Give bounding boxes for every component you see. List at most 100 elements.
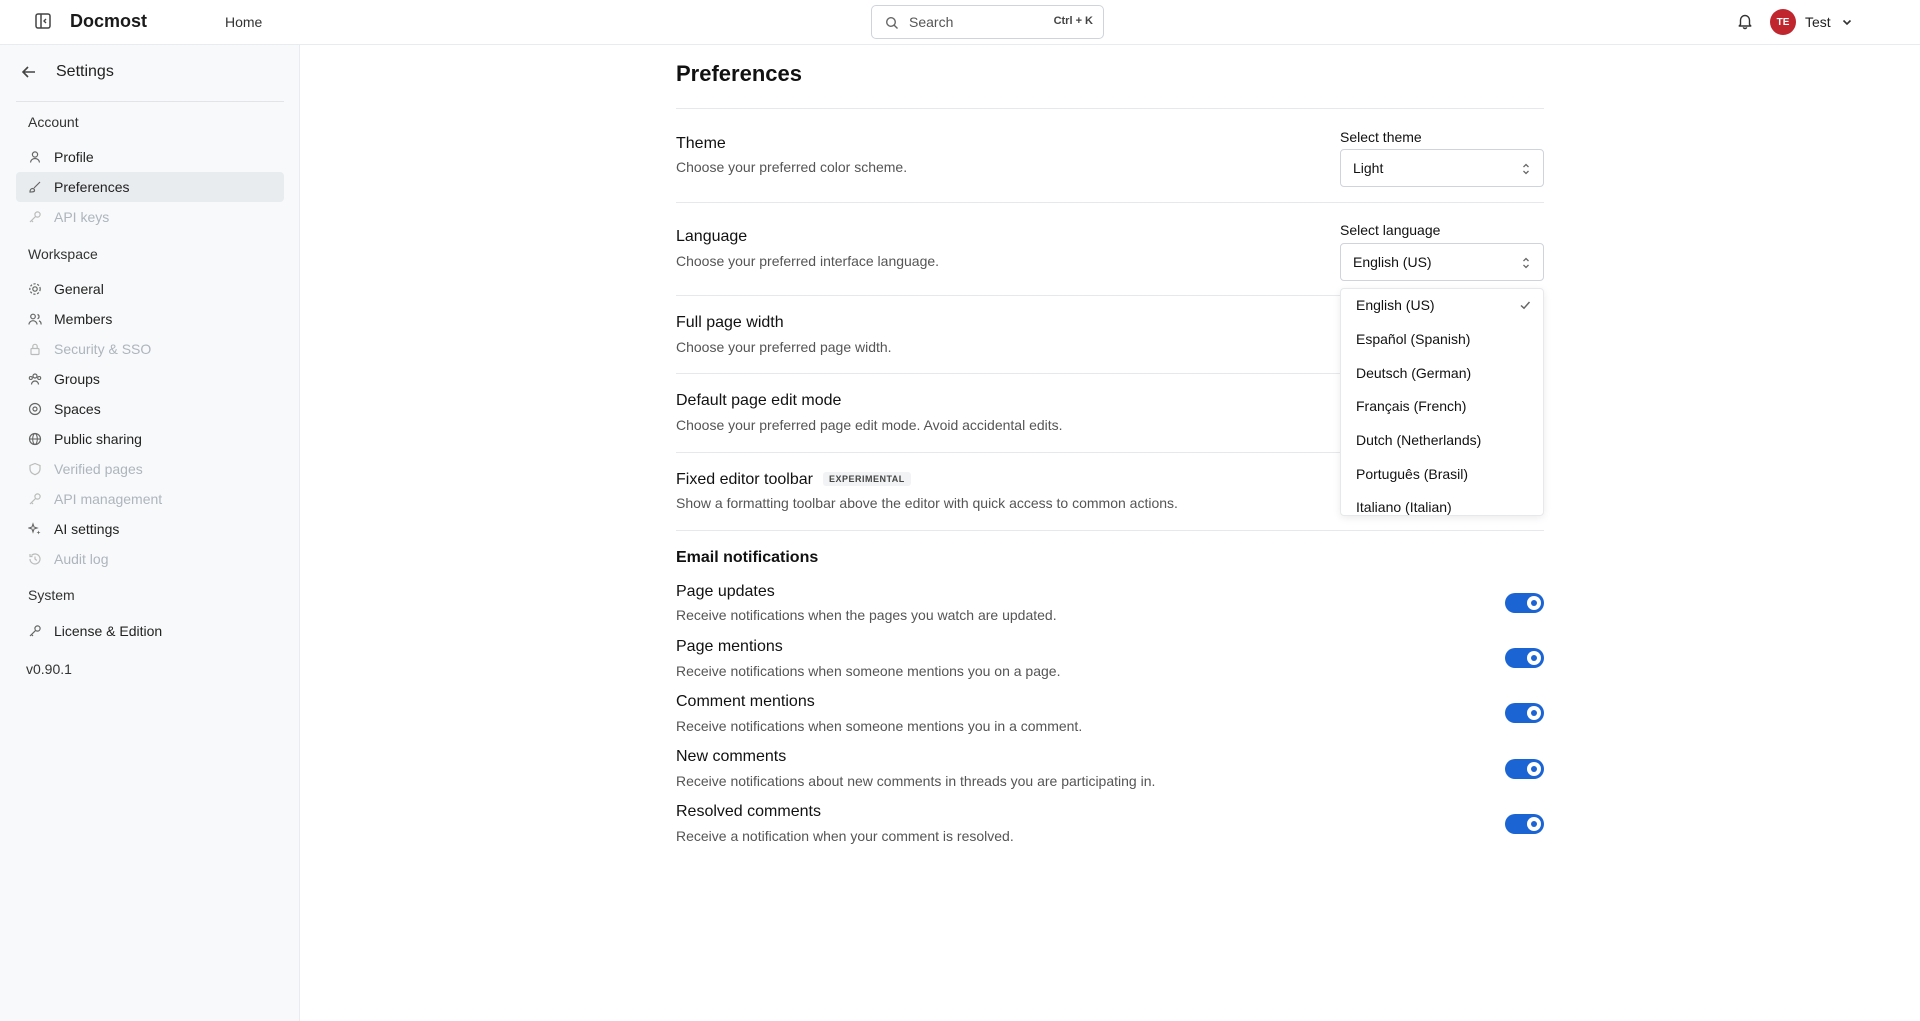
notif-title: Page mentions — [676, 638, 783, 655]
language-option[interactable]: Dutch (Netherlands) — [1341, 424, 1543, 456]
sidebar-item-general[interactable]: General — [16, 274, 284, 304]
language-option[interactable]: Español (Spanish) — [1341, 323, 1543, 355]
notif-description: Receive a notification when your comment… — [676, 828, 1014, 844]
language-option[interactable]: English (US) — [1341, 289, 1543, 321]
selector-icon — [1521, 256, 1531, 270]
brush-icon — [28, 180, 42, 194]
user-menu[interactable]: TE Test — [1770, 9, 1853, 35]
top-header: Docmost Home Search Ctrl + K TE Test — [0, 0, 1920, 45]
divider — [676, 202, 1544, 203]
sidebar-item-label: Preferences — [54, 179, 130, 195]
home-link[interactable]: Home — [225, 14, 262, 30]
email-notifications-title: Email notifications — [676, 549, 819, 566]
user-icon — [28, 150, 42, 164]
sidebar-item-label: Members — [54, 311, 113, 327]
sidebar-item-label: Spaces — [54, 401, 101, 417]
group-label-account: Account — [28, 114, 79, 130]
language-title: Language — [676, 228, 748, 245]
user-name: Test — [1805, 14, 1831, 30]
notif-description: Receive notifications when the pages you… — [676, 607, 1057, 623]
toolbar-title: Fixed editor toolbar EXPERIMENTAL — [676, 471, 911, 489]
sidebar-item-label: Security & SSO — [54, 341, 152, 357]
globe-icon — [28, 432, 42, 446]
divider — [676, 108, 1544, 109]
theme-description: Choose your preferred color scheme. — [676, 159, 908, 175]
check-icon — [1519, 299, 1531, 311]
notif-description: Receive notifications about new comments… — [676, 773, 1156, 789]
sidebar-divider — [16, 101, 284, 102]
language-option-label: Deutsch (German) — [1356, 365, 1472, 381]
sidebar-item-label: API keys — [54, 209, 110, 225]
group-label-workspace: Workspace — [28, 246, 98, 262]
new-comments-toggle[interactable] — [1505, 759, 1544, 779]
search-button[interactable]: Search Ctrl + K — [871, 5, 1104, 39]
toggle-knob — [1527, 762, 1541, 776]
notif-title: Resolved comments — [676, 803, 821, 820]
sidebar-item-label: Verified pages — [54, 461, 143, 477]
page-mentions-toggle[interactable] — [1505, 648, 1544, 668]
sidebar-item-label: Profile — [54, 149, 94, 165]
gear-icon — [28, 282, 42, 296]
sparkles-icon — [28, 522, 42, 536]
language-select-value: English (US) — [1353, 254, 1432, 270]
page-updates-toggle[interactable] — [1505, 593, 1544, 613]
sidebar-item-api-management[interactable]: API management — [16, 484, 284, 514]
sidebar-item-ai-settings[interactable]: AI settings — [16, 514, 284, 544]
version-label: v0.90.1 — [26, 661, 72, 677]
selector-icon — [1521, 162, 1531, 176]
notif-description: Receive notifications when someone menti… — [676, 663, 1061, 679]
language-field-label: Select language — [1340, 222, 1441, 238]
notif-title: Comment mentions — [676, 693, 815, 710]
sidebar-item-license[interactable]: License & Edition — [16, 616, 284, 646]
full-width-description: Choose your preferred page width. — [676, 339, 892, 355]
shield-check-icon — [28, 462, 42, 476]
settings-title: Settings — [56, 63, 114, 80]
theme-title: Theme — [676, 135, 726, 152]
language-option-label: Dutch (Netherlands) — [1356, 432, 1482, 448]
resolved-comments-toggle[interactable] — [1505, 814, 1544, 834]
sidebar-item-security[interactable]: Security & SSO — [16, 334, 284, 364]
notifications-bell-icon[interactable] — [1736, 12, 1754, 30]
key-icon — [28, 492, 42, 506]
sidebar-item-public-sharing[interactable]: Public sharing — [16, 424, 284, 454]
lock-icon — [28, 342, 42, 356]
toggle-knob — [1527, 706, 1541, 720]
sidebar-toggle-icon[interactable] — [34, 12, 52, 30]
sidebar-item-api-keys[interactable]: API keys — [16, 202, 284, 232]
language-option-label: Italiano (Italian) — [1356, 499, 1452, 515]
settings-sidebar: Settings Account Profile Preferences API… — [0, 45, 300, 1021]
group-label-system: System — [28, 587, 75, 603]
language-option[interactable]: Deutsch (German) — [1341, 357, 1543, 389]
language-option-label: Español (Spanish) — [1356, 331, 1471, 347]
sidebar-item-groups[interactable]: Groups — [16, 364, 284, 394]
toggle-knob — [1527, 651, 1541, 665]
notif-title: New comments — [676, 748, 787, 765]
search-shortcut: Ctrl + K — [1053, 15, 1093, 27]
language-option[interactable]: Português (Brasil) — [1341, 458, 1543, 490]
sidebar-item-audit-log[interactable]: Audit log — [16, 544, 284, 574]
sidebar-item-label: License & Edition — [54, 623, 163, 639]
key-icon — [28, 210, 42, 224]
search-label: Search — [909, 14, 954, 30]
sidebar-item-spaces[interactable]: Spaces — [16, 394, 284, 424]
edit-mode-description: Choose your preferred page edit mode. Av… — [676, 417, 1063, 433]
toolbar-description: Show a formatting toolbar above the edit… — [676, 495, 1178, 511]
history-icon — [28, 552, 42, 566]
sidebar-item-label: Groups — [54, 371, 100, 387]
language-option[interactable]: Italiano (Italian) — [1341, 491, 1543, 515]
language-option-label: Português (Brasil) — [1356, 466, 1469, 482]
sidebar-item-members[interactable]: Members — [16, 304, 284, 334]
toggle-knob — [1527, 817, 1541, 831]
comment-mentions-toggle[interactable] — [1505, 703, 1544, 723]
back-button[interactable]: Settings — [20, 63, 114, 81]
edit-mode-title: Default page edit mode — [676, 392, 842, 409]
language-select[interactable]: English (US) — [1340, 243, 1544, 281]
theme-select[interactable]: Light — [1340, 149, 1544, 187]
app-title[interactable]: Docmost — [70, 11, 147, 32]
sidebar-item-profile[interactable]: Profile — [16, 142, 284, 172]
language-option[interactable]: Français (French) — [1341, 390, 1543, 422]
sidebar-item-label: Public sharing — [54, 431, 142, 447]
sidebar-item-preferences[interactable]: Preferences — [16, 172, 284, 202]
group-icon — [28, 372, 42, 386]
sidebar-item-verified-pages[interactable]: Verified pages — [16, 454, 284, 484]
